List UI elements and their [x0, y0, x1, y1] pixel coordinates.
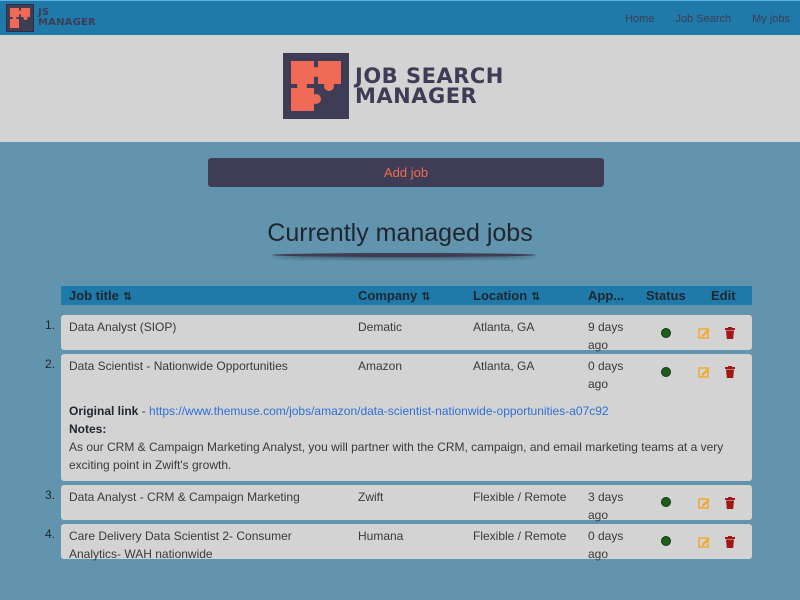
original-link-line: Original link - https://www.themuse.com/… — [69, 402, 749, 420]
company-cell: Zwift — [358, 490, 384, 504]
company-cell: Humana — [358, 529, 404, 543]
table-row[interactable]: 4. Care Delivery Data Scientist 2- Consu… — [45, 524, 752, 561]
location-cell: Flexible / Remote — [473, 490, 567, 504]
edit-icon[interactable] — [698, 497, 710, 509]
original-link[interactable]: https://www.themuse.com/jobs/amazon/data… — [149, 404, 609, 418]
page-title: Currently managed jobs — [267, 219, 533, 247]
header-company[interactable]: Company ⇅ — [358, 286, 430, 307]
sort-icon: ⇅ — [531, 291, 541, 303]
brand-line2: MANAGER — [38, 17, 96, 28]
top-navbar: JS MANAGER Home Job Search My jobs — [0, 0, 800, 35]
job-title-cell: Data Analyst - CRM & Campaign Marketing — [69, 490, 300, 504]
edit-icon[interactable] — [698, 327, 710, 339]
job-title-cell: Care Delivery Data Scientist 2- Consumer… — [69, 529, 292, 561]
nav-link-home[interactable]: Home — [625, 13, 654, 25]
header-location-label: Location — [473, 288, 528, 303]
jobs-table-header: Job title ⇅ Company ⇅ Location ⇅ App... Sta… — [61, 286, 752, 305]
location-cell: Atlanta, GA — [473, 359, 535, 373]
applied-cell: 0 days ago — [588, 359, 624, 391]
header-location[interactable]: Location ⇅ — [473, 286, 540, 307]
header-applied[interactable]: App... — [588, 286, 624, 305]
header-status: Status — [646, 288, 686, 303]
row-number: 2. — [45, 357, 56, 371]
table-row[interactable]: 3. Data Analyst - CRM & Campaign Marketi… — [45, 485, 752, 522]
original-link-label: Original link — [69, 404, 139, 418]
row-number: 1. — [45, 318, 56, 332]
logo-line1: JOB SEARCH — [355, 64, 504, 88]
status-dot-icon[interactable] — [661, 497, 671, 507]
job-details: Original link - https://www.themuse.com/… — [69, 402, 749, 474]
job-title-cell: Data Scientist - Nationwide Opportunitie… — [69, 359, 288, 373]
delete-icon[interactable] — [725, 366, 735, 378]
nav-links: Home Job Search My jobs — [604, 1, 790, 36]
banner-logo: JOB SEARCH MANAGER — [283, 53, 504, 119]
banner-logo-text: JOB SEARCH MANAGER — [355, 64, 504, 108]
link-separator: - — [138, 404, 150, 418]
header-company-label: Company — [358, 288, 418, 303]
status-dot-icon[interactable] — [661, 367, 671, 377]
puzzle-logo-icon — [6, 4, 34, 32]
nav-link-my-jobs[interactable]: My jobs — [752, 13, 790, 25]
brand-logo[interactable]: JS MANAGER — [6, 4, 96, 32]
row-number: 3. — [45, 488, 56, 502]
puzzle-logo-icon — [283, 53, 349, 119]
notes-text: As our CRM & Campaign Marketing Analyst,… — [69, 440, 724, 472]
edit-icon[interactable] — [698, 366, 710, 378]
delete-icon[interactable] — [725, 327, 735, 339]
applied-cell: 0 days ago — [588, 529, 624, 561]
header-job-title[interactable]: Job title ⇅ — [69, 286, 132, 307]
delete-icon[interactable] — [725, 497, 735, 509]
logo-line2: MANAGER — [355, 84, 478, 108]
company-cell: Amazon — [358, 359, 403, 373]
job-title-cell: Data Analyst (SIOP) — [69, 320, 177, 334]
sort-icon: ⇅ — [421, 291, 431, 303]
sort-icon: ⇅ — [122, 291, 133, 303]
location-cell: Flexible / Remote — [473, 529, 567, 543]
notes-label: Notes: — [69, 422, 107, 436]
header-edit: Edit — [711, 288, 736, 303]
delete-icon[interactable] — [725, 536, 735, 548]
company-cell: Dematic — [358, 320, 403, 334]
status-dot-icon[interactable] — [661, 536, 671, 546]
brand-text: JS MANAGER — [38, 8, 96, 28]
applied-cell: 3 days ago — [588, 490, 624, 522]
add-job-button[interactable]: Add job — [208, 158, 604, 187]
applied-cell: 9 days ago — [588, 320, 624, 352]
table-row[interactable]: 1. Data Analyst (SIOP) Dematic Atlanta, … — [45, 315, 752, 352]
edit-icon[interactable] — [698, 536, 710, 548]
location-cell: Atlanta, GA — [473, 320, 535, 334]
banner: JOB SEARCH MANAGER — [0, 35, 800, 142]
status-dot-icon[interactable] — [661, 328, 671, 338]
nav-link-job-search[interactable]: Job Search — [675, 13, 731, 25]
table-row-expanded[interactable]: 2. Data Scientist - Nationwide Opportuni… — [45, 354, 752, 481]
title-underline — [272, 253, 536, 257]
row-number: 4. — [45, 527, 56, 541]
header-job-title-label: Job title — [69, 288, 119, 303]
